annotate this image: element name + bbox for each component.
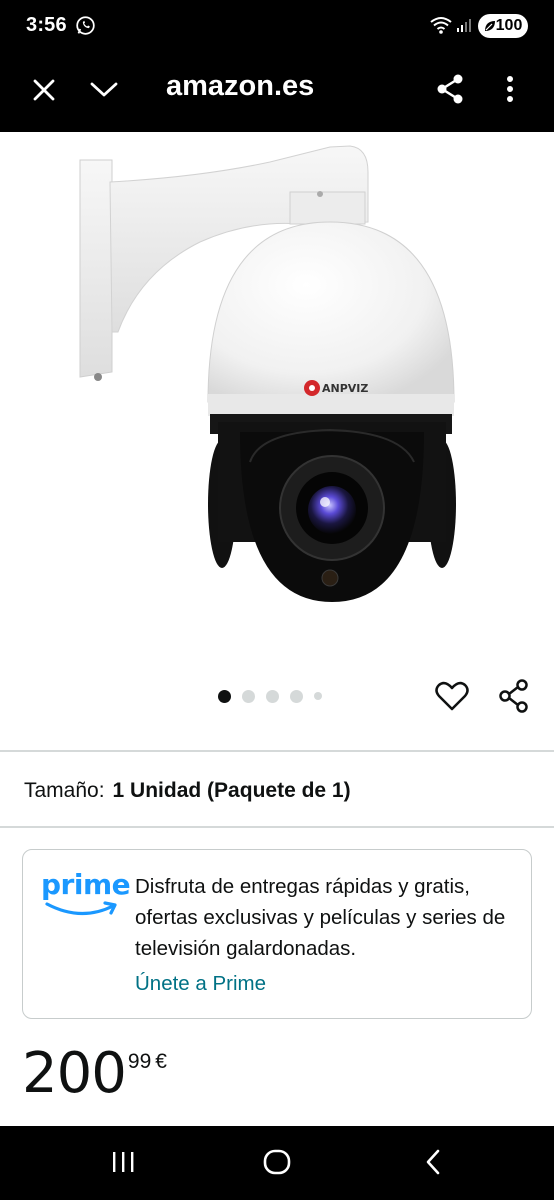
product-share-button[interactable]: [492, 674, 536, 718]
recents-button[interactable]: [100, 1142, 146, 1182]
size-value: 1 Unidad (Paquete de 1): [112, 779, 351, 802]
size-selector[interactable]: Tamaño: 1 Unidad (Paquete de 1): [24, 779, 351, 803]
prime-logo: prime: [41, 868, 131, 924]
status-bar: 3:56 100: [0, 0, 554, 52]
size-label: Tamaño:: [24, 779, 105, 802]
recents-icon: [113, 1152, 134, 1172]
share-icon: [437, 74, 463, 104]
signal-icon: [456, 17, 472, 33]
system-nav-bar: [0, 1126, 554, 1200]
carousel-dot[interactable]: [314, 692, 322, 700]
security-camera-image: ANPVIZ: [79, 145, 456, 602]
browser-title: amazon.es: [166, 70, 315, 102]
more-options-button[interactable]: [492, 66, 528, 112]
close-button[interactable]: [22, 68, 66, 112]
battery-level: 100: [495, 17, 523, 34]
battery-icon: 100: [478, 14, 528, 38]
chevron-down-icon: [90, 82, 118, 97]
price-whole: 200: [22, 1041, 127, 1106]
home-icon: [263, 1149, 291, 1175]
home-button[interactable]: [254, 1142, 300, 1182]
wishlist-button[interactable]: [430, 674, 474, 718]
price-fraction: 99: [127, 1050, 152, 1073]
price-currency: €: [155, 1050, 167, 1073]
wifi-icon: [430, 16, 452, 34]
collapse-button[interactable]: [82, 68, 126, 112]
heart-icon: [435, 681, 469, 711]
carousel-dot[interactable]: [290, 689, 303, 703]
back-button[interactable]: [410, 1142, 456, 1182]
more-vert-icon: [507, 76, 513, 102]
product-image[interactable]: ANPVIZ: [0, 132, 554, 662]
status-time: 3:56: [26, 14, 67, 36]
brand-logo: ANPVIZ: [322, 382, 368, 395]
whatsapp-icon: [75, 15, 96, 36]
close-icon: [33, 79, 55, 101]
join-prime-link[interactable]: Únete a Prime: [135, 972, 266, 996]
divider: [0, 826, 554, 828]
carousel-dot[interactable]: [266, 689, 279, 703]
prime-promo-card: prime Disfruta de entregas rápidas y gra…: [22, 849, 532, 1019]
prime-description: Disfruta de entregas rápidas y gratis, o…: [135, 875, 506, 960]
divider: [0, 750, 554, 752]
share-icon: [499, 679, 528, 713]
carousel-dot[interactable]: [242, 689, 255, 703]
carousel-dot[interactable]: [218, 689, 231, 703]
product-price: 200 99 €: [22, 1042, 167, 1106]
carousel-dots: [218, 688, 322, 704]
prime-smile-icon: [45, 901, 117, 916]
back-icon: [426, 1149, 440, 1175]
prime-logo-text: prime: [41, 868, 131, 901]
browser-share-button[interactable]: [427, 66, 473, 112]
browser-toolbar: amazon.es: [0, 52, 554, 132]
